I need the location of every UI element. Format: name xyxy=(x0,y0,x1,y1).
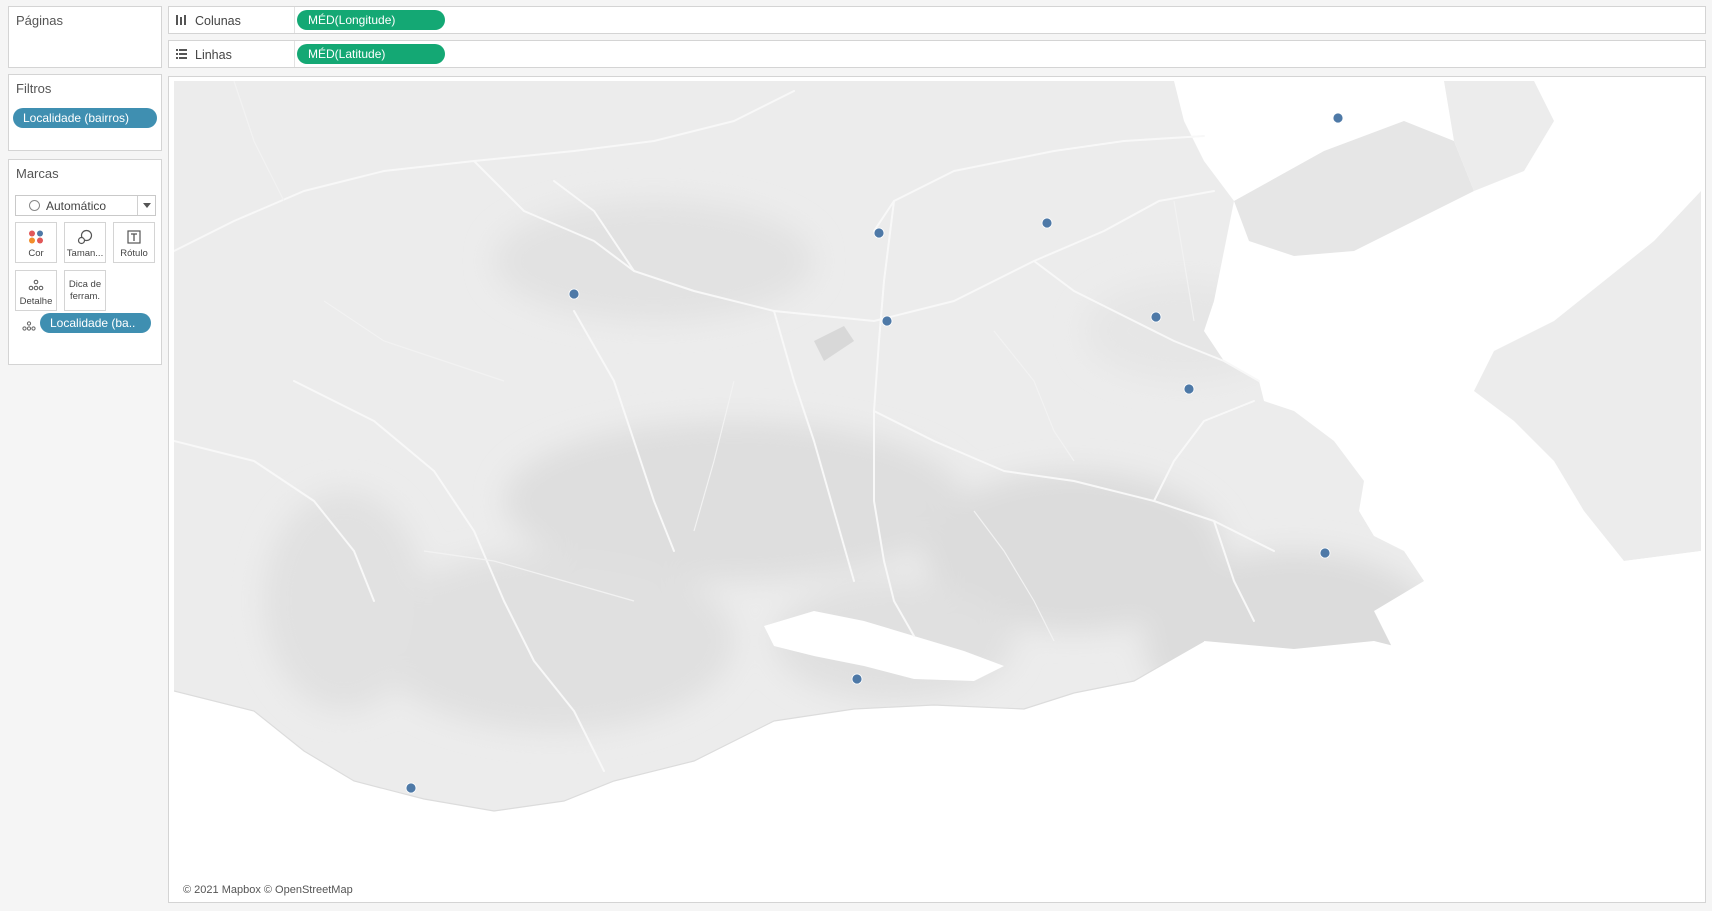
map-point-8[interactable] xyxy=(1319,547,1331,559)
size-icon xyxy=(65,229,105,245)
map-point-10[interactable] xyxy=(405,782,417,794)
color-button-label: Cor xyxy=(28,248,44,259)
shelf-divider xyxy=(294,41,295,67)
tableau-workspace: Páginas Filtros Localidade (bairros) Mar… xyxy=(0,0,1712,911)
map-point-3[interactable] xyxy=(873,227,885,239)
detail-dots-icon xyxy=(16,277,56,293)
filter-pill-localidade[interactable]: Localidade (bairros) xyxy=(13,108,157,128)
label-button[interactable]: Rótulo xyxy=(113,222,155,263)
map-point-2[interactable] xyxy=(1041,217,1053,229)
pages-card-title: Páginas xyxy=(16,13,63,28)
tooltip-button[interactable]: Dica de ferram. xyxy=(64,270,106,311)
tooltip-button-label: Dica de ferram. xyxy=(65,279,105,303)
marks-card: Marcas Automático Cor Taman... Rótulo De… xyxy=(8,159,162,365)
columns-shelf[interactable]: Colunas MÉD(Longitude) xyxy=(168,6,1706,34)
columns-shelf-label: Colunas xyxy=(195,14,241,28)
tooltip-label-line1: Dica de xyxy=(68,279,102,290)
chevron-down-icon[interactable] xyxy=(137,196,155,215)
map-canvas[interactable]: © 2021 Mapbox © OpenStreetMap xyxy=(174,81,1701,899)
pages-card[interactable]: Páginas xyxy=(8,6,162,68)
shelf-divider xyxy=(294,7,295,33)
size-button[interactable]: Taman... xyxy=(64,222,106,263)
color-button[interactable]: Cor xyxy=(15,222,57,263)
mark-type-dropdown[interactable]: Automático xyxy=(15,195,156,216)
detail-button-label: Detalhe xyxy=(19,296,53,307)
map-point-1[interactable] xyxy=(1332,112,1344,124)
rows-shelf[interactable]: Linhas MÉD(Latitude) xyxy=(168,40,1706,68)
tooltip-label-line2: ferram. xyxy=(69,291,101,302)
map-point-6[interactable] xyxy=(1150,311,1162,323)
text-label-icon xyxy=(114,229,154,245)
map-attribution: © 2021 Mapbox © OpenStreetMap xyxy=(180,884,356,896)
detail-pill-localidade[interactable]: Localidade (ba.. xyxy=(40,313,151,333)
mark-type-value: Automático xyxy=(46,199,107,213)
rows-pill-latitude[interactable]: MÉD(Latitude) xyxy=(297,44,445,64)
columns-icon xyxy=(175,14,187,29)
filters-card[interactable]: Filtros Localidade (bairros) xyxy=(8,74,162,151)
columns-pill-longitude[interactable]: MÉD(Longitude) xyxy=(297,10,445,30)
circle-mark-icon xyxy=(29,200,40,211)
rows-icon xyxy=(175,48,188,63)
map-svg[interactable] xyxy=(174,81,1701,899)
detail-field-icon xyxy=(22,320,36,334)
map-point-7[interactable] xyxy=(1183,383,1195,395)
map-view-frame: © 2021 Mapbox © OpenStreetMap xyxy=(168,76,1706,903)
filters-card-title: Filtros xyxy=(16,81,52,96)
color-dots-icon xyxy=(16,229,56,245)
map-point-5[interactable] xyxy=(881,315,893,327)
rows-shelf-label: Linhas xyxy=(195,48,232,62)
size-button-label: Taman... xyxy=(66,248,104,259)
label-button-label: Rótulo xyxy=(120,248,148,259)
map-point-9[interactable] xyxy=(851,673,863,685)
map-point-4[interactable] xyxy=(568,288,580,300)
detail-button[interactable]: Detalhe xyxy=(15,270,57,311)
marks-card-title: Marcas xyxy=(16,166,59,181)
